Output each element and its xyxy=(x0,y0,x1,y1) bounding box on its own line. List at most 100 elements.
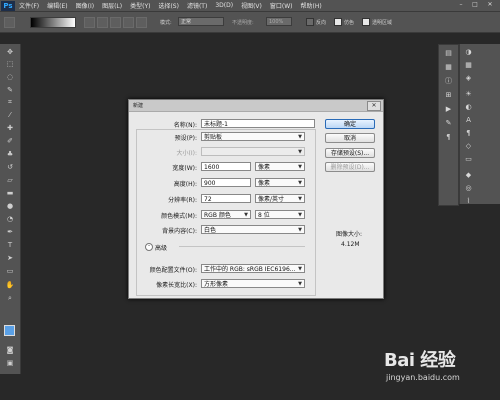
character-icon[interactable]: A xyxy=(464,116,473,124)
chevron-down-icon: ▼ xyxy=(298,227,302,233)
color-profile-value: 工作中的 RGB: sRGB IEC6196... xyxy=(204,266,296,273)
right-dock-narrow: ▤ ▦ ⓘ ⊞ ▶ ✎ ¶ xyxy=(438,44,459,206)
linear-gradient-icon[interactable] xyxy=(84,17,95,28)
menu-file[interactable]: 文件(F) xyxy=(15,1,43,10)
layers-icon[interactable]: ◆ xyxy=(464,171,473,179)
zoom-tool-icon[interactable]: ⌕ xyxy=(5,294,15,303)
pixel-aspect-select[interactable]: 方形像素 ▼ xyxy=(201,279,305,288)
info-icon[interactable]: ⓘ xyxy=(444,77,453,85)
brush-tool-icon[interactable]: ✐ xyxy=(5,137,15,146)
maximize-button[interactable]: □ xyxy=(469,1,481,9)
transparency-checkbox[interactable] xyxy=(362,18,370,26)
opacity-input[interactable]: 100% xyxy=(266,17,292,26)
marquee-tool-icon[interactable]: ⬚ xyxy=(5,60,15,69)
path-select-tool-icon[interactable]: ➤ xyxy=(5,254,15,263)
paths-icon[interactable]: ⌇ xyxy=(464,197,473,205)
channels-icon[interactable]: ◎ xyxy=(464,184,473,192)
styles-icon[interactable]: ◈ xyxy=(464,74,473,82)
paragraph-panel-icon[interactable]: ¶ xyxy=(464,129,473,137)
reflected-gradient-icon[interactable] xyxy=(123,17,134,28)
swatches-icon[interactable]: ▦ xyxy=(464,61,473,69)
menu-filter[interactable]: 滤镜(T) xyxy=(183,1,211,10)
menu-type[interactable]: 类型(Y) xyxy=(126,1,154,10)
new-document-dialog: 新建 ✕ 名称(N): 未标题-1 预设(P): 剪贴板 ▼ 大小(I): ▼ 宽… xyxy=(128,99,384,299)
reverse-checkbox[interactable] xyxy=(306,18,314,26)
dither-label: 仿色 xyxy=(344,20,355,26)
menu-layer[interactable]: 图层(L) xyxy=(98,1,126,10)
shape-tool-icon[interactable]: ▭ xyxy=(5,267,15,276)
dialog-title-bar[interactable]: 新建 ✕ xyxy=(129,100,383,112)
width-input[interactable]: 1600 xyxy=(201,162,251,171)
healing-brush-tool-icon[interactable]: ✚ xyxy=(5,124,15,133)
history-brush-tool-icon[interactable]: ↺ xyxy=(5,163,15,172)
quick-mask-icon[interactable]: ◙ xyxy=(5,346,15,355)
menu-image[interactable]: 图像(I) xyxy=(72,1,98,10)
brush-preset-icon[interactable]: ✎ xyxy=(444,119,453,127)
height-unit-select[interactable]: 像素 ▼ xyxy=(255,178,305,187)
dodge-tool-icon[interactable]: ◔ xyxy=(5,215,15,224)
dialog-close-button[interactable]: ✕ xyxy=(367,101,381,111)
type-tool-icon[interactable]: T xyxy=(5,241,15,250)
preset-select[interactable]: 剪贴板 ▼ xyxy=(201,132,305,141)
menu-view[interactable]: 视图(V) xyxy=(237,1,266,10)
color-icon[interactable]: ◑ xyxy=(464,48,473,56)
ok-button[interactable]: 确定 xyxy=(325,119,375,129)
resolution-unit-select[interactable]: 像素/英寸 ▼ xyxy=(255,194,305,203)
eraser-tool-icon[interactable]: ▱ xyxy=(5,176,15,185)
cancel-button[interactable]: 取消 xyxy=(325,133,375,143)
eyedropper-tool-icon[interactable]: ⁄ xyxy=(5,111,15,120)
menu-select[interactable]: 选择(S) xyxy=(154,1,183,10)
adjustments-icon[interactable]: ☀ xyxy=(464,90,473,98)
lasso-tool-icon[interactable]: ◌ xyxy=(5,73,15,82)
move-tool-icon[interactable]: ✥ xyxy=(5,48,15,57)
menu-help[interactable]: 帮助(H) xyxy=(297,1,326,10)
color-mode-select[interactable]: RGB 颜色 ▼ xyxy=(201,210,251,219)
background-select[interactable]: 白色 ▼ xyxy=(201,225,305,234)
timeline-icon[interactable]: ▭ xyxy=(464,155,473,163)
name-input[interactable]: 未标题-1 xyxy=(201,119,315,128)
bit-depth-select[interactable]: 8 位 ▼ xyxy=(255,210,305,219)
pen-tool-icon[interactable]: ✒ xyxy=(5,228,15,237)
blur-tool-icon[interactable]: ● xyxy=(5,202,15,211)
history-icon[interactable]: ▤ xyxy=(444,49,453,57)
hand-tool-icon[interactable]: ✋ xyxy=(5,281,15,290)
diamond-gradient-icon[interactable] xyxy=(136,17,147,28)
masks-icon[interactable]: ◐ xyxy=(464,103,473,111)
radial-gradient-icon[interactable] xyxy=(97,17,108,28)
reverse-label: 反向 xyxy=(316,20,327,26)
chevron-down-icon: ▼ xyxy=(298,212,302,218)
quick-select-tool-icon[interactable]: ✎ xyxy=(5,86,15,95)
tool-preset-icon[interactable] xyxy=(4,17,15,28)
save-preset-button[interactable]: 存储预设(S)... xyxy=(325,148,375,158)
foreground-color-swatch[interactable] xyxy=(4,325,15,336)
gradient-picker[interactable] xyxy=(30,17,76,28)
options-bar: 模式: 正常 不透明度: 100% 反向 仿色 透明区域 xyxy=(0,12,500,33)
menu-3d[interactable]: 3D(D) xyxy=(211,2,237,9)
close-window-button[interactable]: ✕ xyxy=(484,1,496,9)
minimize-button[interactable]: – xyxy=(455,1,467,9)
crop-tool-icon[interactable]: ⌗ xyxy=(5,98,15,107)
image-size-value: 4.12M xyxy=(341,241,360,248)
width-unit-select[interactable]: 像素 ▼ xyxy=(255,162,305,171)
angle-gradient-icon[interactable] xyxy=(110,17,121,28)
menu-window[interactable]: 窗口(W) xyxy=(266,1,297,10)
clone-stamp-tool-icon[interactable]: ♣ xyxy=(5,150,15,159)
properties-icon[interactable]: ▦ xyxy=(444,63,453,71)
pixel-aspect-label: 像素长宽比(X): xyxy=(156,282,197,289)
gradient-tool-icon[interactable]: ▬ xyxy=(5,189,15,198)
screen-mode-icon[interactable]: ▣ xyxy=(5,359,15,368)
navigator-icon[interactable]: ⊞ xyxy=(444,91,453,99)
3d-icon[interactable]: ◇ xyxy=(464,142,473,150)
height-input[interactable]: 900 xyxy=(201,178,251,187)
dither-checkbox[interactable] xyxy=(334,18,342,26)
resolution-input[interactable]: 72 xyxy=(201,194,251,203)
chevron-down-icon: ▼ xyxy=(298,134,302,140)
advanced-toggle-icon[interactable]: ⌃ xyxy=(145,243,153,251)
paragraph-icon[interactable]: ¶ xyxy=(444,133,453,141)
image-size-label: 图像大小: xyxy=(336,231,363,238)
advanced-label[interactable]: 高级 xyxy=(155,243,167,252)
actions-icon[interactable]: ▶ xyxy=(444,105,453,113)
color-profile-select[interactable]: 工作中的 RGB: sRGB IEC6196... ▼ xyxy=(201,264,305,273)
blend-mode-select[interactable]: 正常 xyxy=(178,17,224,26)
menu-edit[interactable]: 编辑(E) xyxy=(43,1,71,10)
